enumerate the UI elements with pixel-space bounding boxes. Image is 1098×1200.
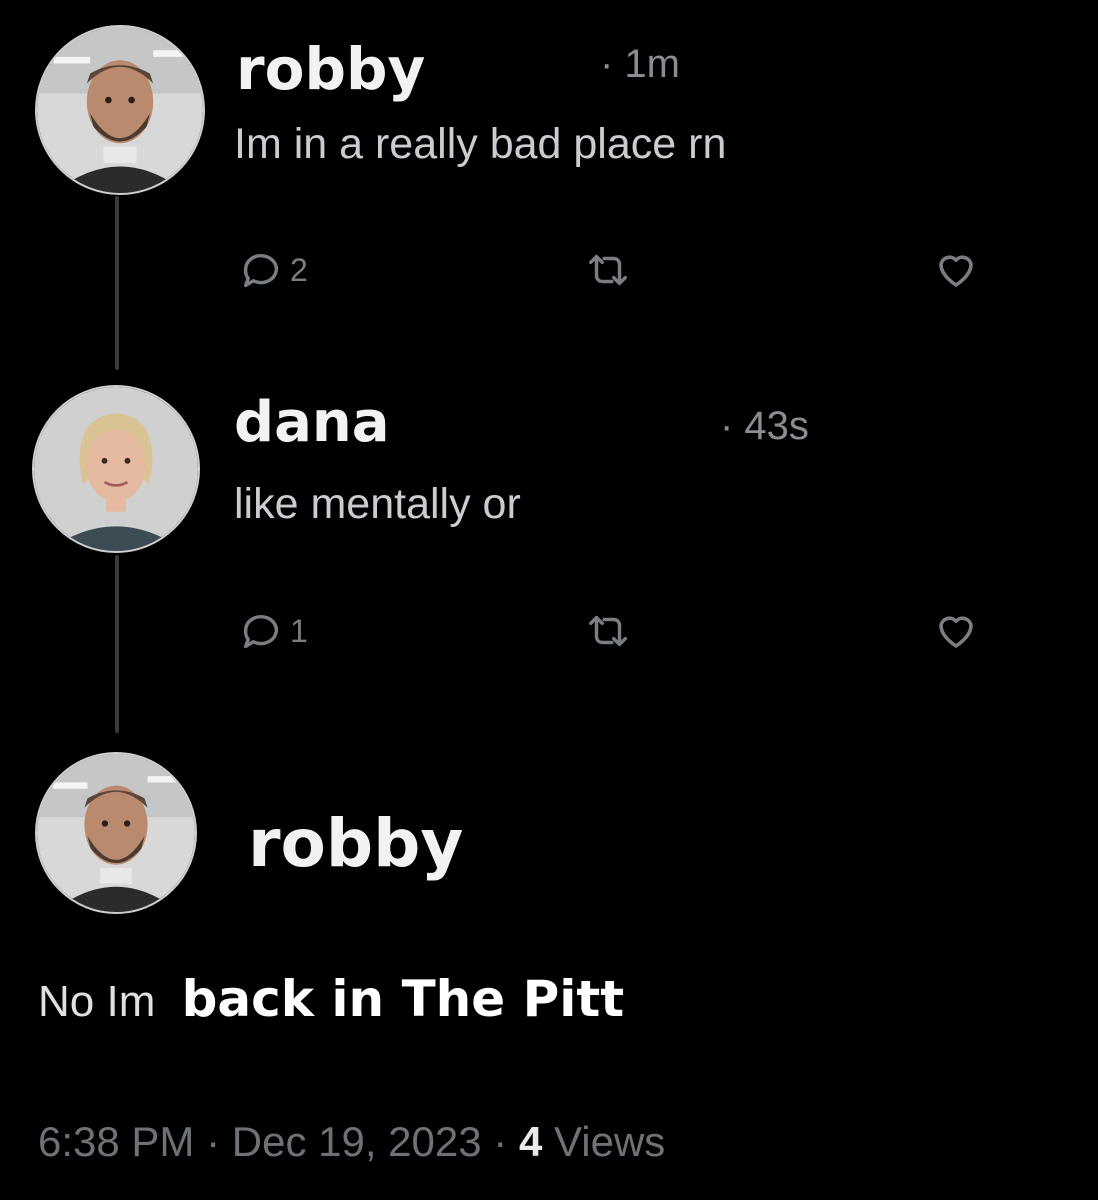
reply-count: 2 [290, 251, 308, 288]
avatar-robby[interactable] [35, 752, 197, 914]
avatar-photo-icon [37, 754, 195, 912]
reply-button[interactable]: 1 [238, 608, 308, 654]
thread-connector [115, 196, 119, 370]
reply-button[interactable]: 2 [238, 247, 308, 293]
thread-connector [115, 555, 119, 733]
post-text: Im in a really bad place rn [234, 120, 727, 168]
like-button[interactable] [930, 606, 982, 654]
avatar-dana[interactable] [32, 385, 200, 553]
repost-arrows-icon [589, 254, 627, 286]
like-button[interactable] [930, 245, 982, 293]
avatar-robby[interactable] [35, 25, 205, 195]
speech-bubble-icon [243, 615, 279, 649]
avatar-photo-icon [34, 387, 198, 551]
post-text: like mentally or [234, 480, 521, 528]
main-author-name[interactable]: robby [248, 805, 463, 882]
post-time[interactable]: · 1m [600, 42, 680, 87]
repost-button[interactable] [584, 608, 632, 654]
post-meta: 6:38 PM · Dec 19, 2023 · 4 Views [38, 1118, 665, 1166]
meta-separator: · [493, 1118, 508, 1165]
main-post-text-bold: back in The Pitt [181, 970, 625, 1028]
heart-icon [939, 616, 973, 648]
repost-arrows-icon [589, 615, 627, 647]
avatar-photo-icon [37, 27, 203, 193]
author-name[interactable]: robby [236, 35, 425, 103]
repost-button[interactable] [584, 247, 632, 293]
views-count[interactable]: 4 [519, 1118, 542, 1165]
main-post-text-prefix: No Im [38, 977, 156, 1026]
speech-bubble-icon [243, 254, 279, 288]
meta-separator: · [206, 1118, 221, 1165]
post-time[interactable]: · 43s [720, 404, 809, 449]
heart-icon [939, 255, 973, 287]
author-name[interactable]: dana [234, 390, 390, 455]
views-label: Views [554, 1118, 666, 1165]
reply-count: 1 [290, 612, 308, 649]
post-date[interactable]: Dec 19, 2023 [232, 1118, 482, 1165]
post-timestamp[interactable]: 6:38 PM [38, 1118, 194, 1165]
main-post-text: No Im back in The Pitt [38, 970, 624, 1028]
